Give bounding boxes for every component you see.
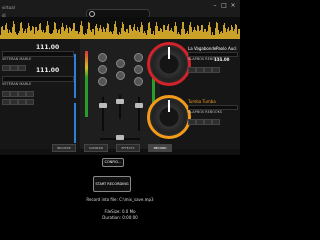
right-deck-title-bottom: Tumba Tumba: [188, 99, 216, 104]
left-high-knob[interactable]: [98, 65, 107, 74]
right-btn-b[interactable]: [196, 67, 204, 73]
left-volume-fader[interactable]: [99, 103, 107, 108]
left-btn-h[interactable]: [2, 99, 10, 105]
left-vu-meter: [85, 51, 88, 117]
right-btn-g[interactable]: [204, 119, 212, 125]
center-fader[interactable]: [116, 99, 124, 104]
left-bpm-bottom: 111.00: [36, 67, 60, 74]
deck-right: La Vagabonde Paolo Auci SLAPBOX REBOOKS …: [147, 39, 240, 149]
maximize-button[interactable]: □: [221, 3, 227, 9]
left-btn-i[interactable]: [10, 99, 18, 105]
right-btn-h[interactable]: [212, 119, 220, 125]
left-btn-k[interactable]: [26, 99, 34, 105]
right-jog-top-needle: [168, 47, 170, 59]
right-gain-knob[interactable]: [134, 53, 143, 62]
left-gain-knob[interactable]: [98, 53, 107, 62]
deck-panel: 111.00 VETERAN MARLE 111.00 VETERAN MARL…: [0, 39, 240, 149]
minimize-button[interactable]: –: [212, 3, 218, 9]
left-btn-j[interactable]: [18, 99, 26, 105]
right-mid-knob[interactable]: [134, 77, 143, 86]
left-mid-knob[interactable]: [98, 77, 107, 86]
left-bpm-top: 111.00: [36, 44, 60, 51]
waveform-overview[interactable]: [0, 17, 240, 39]
right-high-knob[interactable]: [134, 65, 143, 74]
master-knob[interactable]: [116, 59, 125, 68]
right-btn-a[interactable]: [188, 67, 196, 73]
record-file-size: FileSize: 0.0 Mo: [104, 209, 136, 214]
deck-left: 111.00 VETERAN MARLE 111.00 VETERAN MARL…: [0, 39, 80, 149]
tab-effects[interactable]: EFFECTS: [116, 144, 140, 152]
crossfader[interactable]: [116, 135, 124, 140]
right-deck-artist: Paolo Auci: [216, 46, 237, 51]
left-track-bottom: VETERAN MARLE: [2, 82, 32, 86]
right-jog-bottom-needle: [168, 100, 170, 112]
left-btn-g[interactable]: [26, 91, 34, 97]
right-btn-f[interactable]: [196, 119, 204, 125]
title-bar: virtual dj – □ ×: [0, 0, 240, 19]
app-logo: virtual dj: [2, 5, 15, 18]
record-file-path: Record into file: C:\mix_save.mp3: [86, 197, 154, 202]
left-btn-f[interactable]: [18, 91, 26, 97]
right-track-bottom: SLAPBOX REBOOKS: [188, 110, 223, 114]
right-btn-d[interactable]: [212, 67, 220, 73]
left-pitch-track-2[interactable]: [74, 103, 76, 143]
right-btn-c[interactable]: [204, 67, 212, 73]
left-btn-b[interactable]: [10, 65, 18, 71]
waveform-bar: [239, 29, 240, 39]
right-btn-e[interactable]: [188, 119, 196, 125]
right-deck-title: La Vagabonde: [188, 46, 217, 51]
left-pitch-track[interactable]: [74, 54, 76, 98]
left-btn-e[interactable]: [10, 91, 18, 97]
right-jog-top[interactable]: [147, 42, 191, 86]
config-button[interactable]: CONFIG...: [102, 158, 124, 167]
tab-browse[interactable]: BROWSE: [52, 144, 76, 152]
left-btn-c[interactable]: [18, 65, 26, 71]
record-duration: Duration: 0:00:00: [102, 215, 138, 220]
tab-record[interactable]: RECORD: [148, 144, 172, 152]
left-btn-a[interactable]: [2, 65, 10, 71]
right-volume-fader[interactable]: [135, 103, 143, 108]
tab-sampler[interactable]: SAMPLER: [84, 144, 108, 152]
start-recording-button[interactable]: START RECORDING: [93, 176, 131, 192]
close-button[interactable]: ×: [230, 3, 236, 9]
headphone-knob[interactable]: [116, 71, 125, 80]
right-bpm-top: 111.00: [214, 57, 230, 62]
left-track-top: VETERAN MARLE: [2, 57, 32, 61]
right-jog-bottom[interactable]: [147, 95, 191, 139]
left-btn-d[interactable]: [2, 91, 10, 97]
